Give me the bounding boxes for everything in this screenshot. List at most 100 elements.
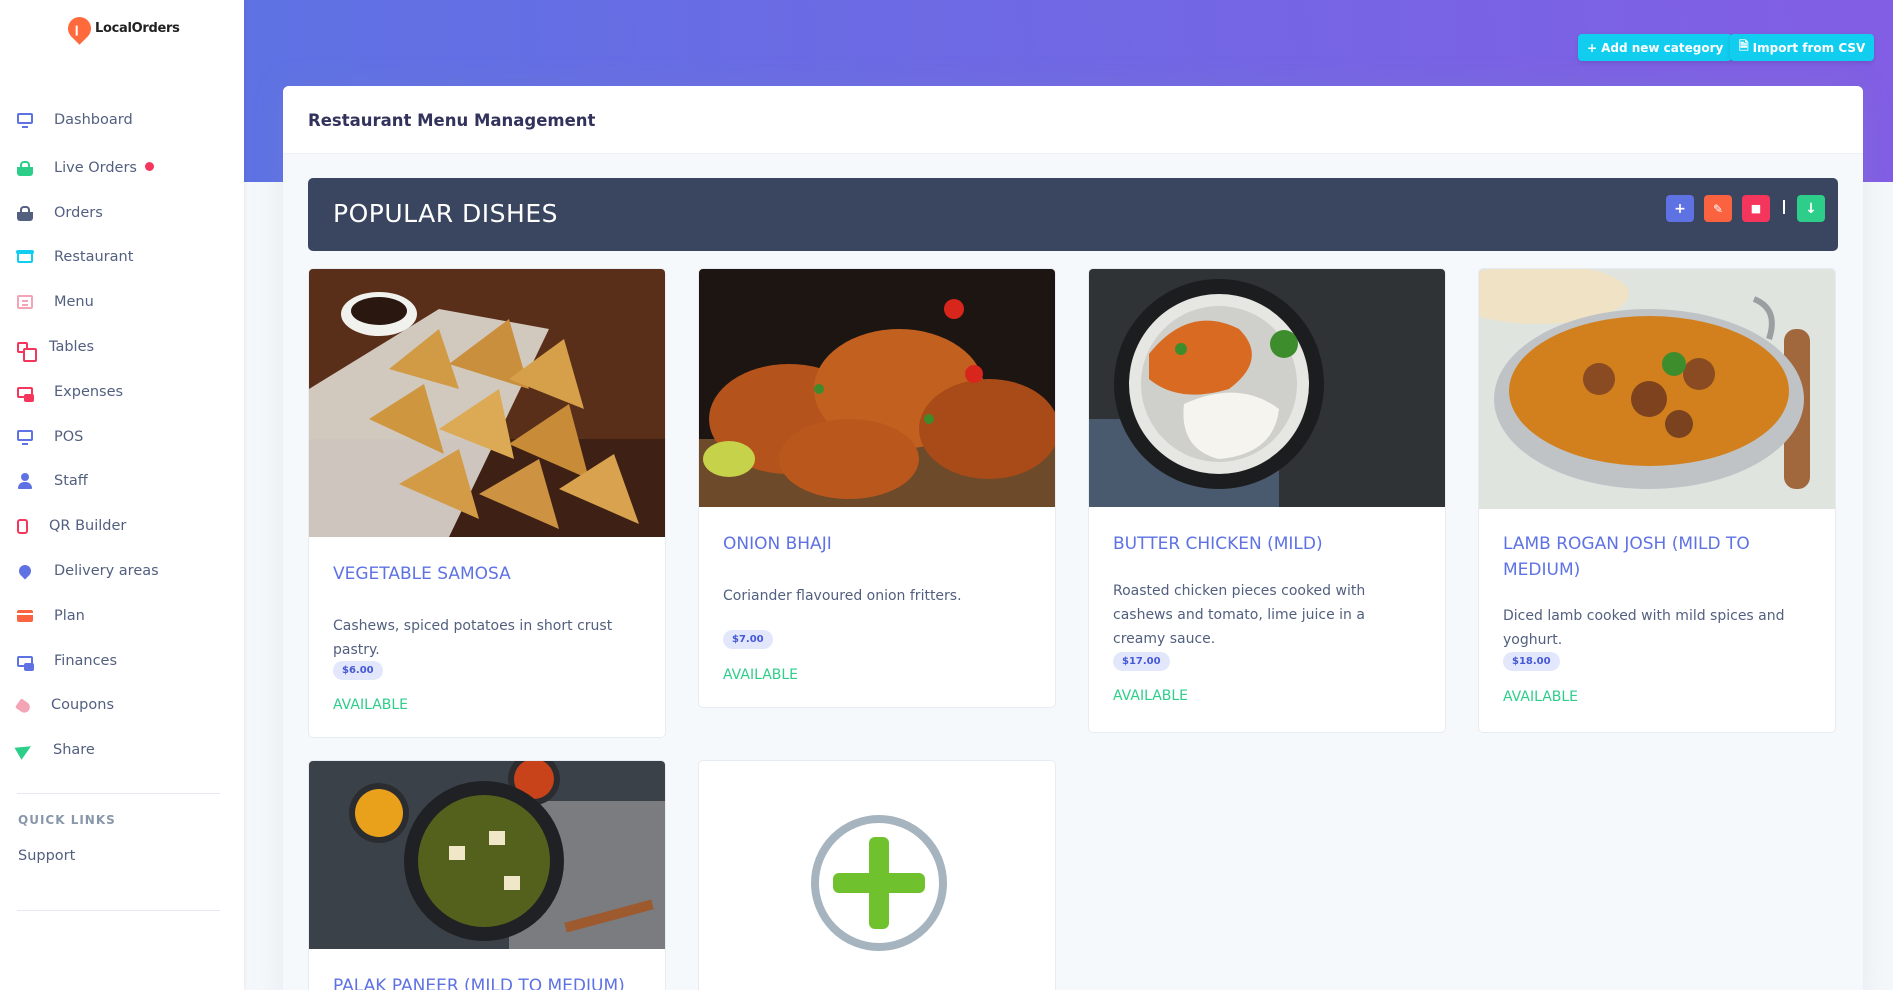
menu-item-card[interactable]: BUTTER CHICKEN (MILD) Roasted chicken pi… (1088, 268, 1446, 733)
menu-item-card[interactable]: VEGETABLE SAMOSA Cashews, spiced potatoe… (308, 268, 666, 738)
file-icon: 🗎 (1739, 39, 1749, 53)
item-image (1479, 269, 1835, 509)
sidebar-item-plan[interactable]: Plan (0, 596, 244, 636)
sidebar-item-label: Coupons (51, 697, 115, 713)
plus-icon: + (1674, 200, 1686, 217)
delete-category-button[interactable]: ■ (1742, 195, 1770, 222)
sidebar-item-label: Share (53, 742, 95, 758)
price-badge: $7.00 (723, 630, 773, 649)
panel-header: Restaurant Menu Management (283, 86, 1863, 154)
sidebar-item-tables[interactable]: Tables (0, 327, 244, 367)
monitor-icon (17, 113, 33, 128)
availability-status: AVAILABLE (1503, 689, 1579, 705)
item-name: BUTTER CHICKEN (MILD) (1113, 534, 1323, 554)
sidebar-item-label: Staff (54, 473, 88, 489)
availability-status: AVAILABLE (1113, 688, 1189, 704)
logo-text: LocalOrders (95, 21, 180, 36)
live-indicator-dot (144, 162, 154, 171)
category-title: POPULAR DISHES (333, 199, 559, 228)
item-image (309, 269, 665, 537)
sidebar-item-delivery-areas[interactable]: Delivery areas (0, 551, 244, 591)
add-category-label: Add new category (1601, 40, 1724, 55)
menu-item-card[interactable]: PALAK PANEER (MILD TO MEDIUM) (308, 760, 666, 990)
sidebar-item-label: Live Orders (54, 160, 137, 176)
sidebar-item-coupons[interactable]: Coupons (0, 685, 244, 725)
phone-icon (17, 518, 28, 534)
sidebar-item-dashboard[interactable]: Dashboard (0, 100, 244, 140)
sidebar-item-menu[interactable]: Menu (0, 282, 244, 322)
basket-icon (17, 205, 33, 221)
category-header: POPULAR DISHES + ✎ ■ ↓ (308, 178, 1838, 251)
support-link[interactable]: Support (18, 848, 75, 864)
availability-status: AVAILABLE (723, 667, 799, 683)
price-badge: $6.00 (333, 661, 383, 680)
map-pin-icon (16, 562, 34, 580)
import-csv-label: Import from CSV (1752, 40, 1866, 55)
item-description: Coriander flavoured onion fritters. (723, 588, 962, 604)
sidebar-item-live-orders[interactable]: Live Orders (0, 148, 244, 188)
user-icon (17, 473, 33, 489)
item-name: LAMB ROGAN JOSH (MILD TO MEDIUM) (1503, 534, 1750, 580)
send-icon (14, 740, 35, 760)
sidebar-item-label: Expenses (54, 384, 124, 400)
sidebar-item-qr-builder[interactable]: QR Builder (0, 506, 244, 546)
item-description: Roasted chicken pieces cooked with cashe… (1113, 583, 1366, 647)
sidebar-item-staff[interactable]: Staff (0, 461, 244, 501)
price-badge: $18.00 (1503, 652, 1560, 671)
sidebar-item-label: Tables (49, 339, 95, 355)
actions-divider (1783, 200, 1785, 214)
edit-category-button[interactable]: ✎ (1704, 195, 1732, 222)
tag-icon (15, 698, 32, 715)
logo-pin-icon (63, 12, 96, 45)
menu-item-card[interactable]: ONION BHAJI Coriander flavoured onion fr… (698, 268, 1056, 708)
sidebar-item-label: Delivery areas (54, 563, 159, 579)
sidebar-item-restaurant[interactable]: Restaurant (0, 237, 244, 277)
shop-icon (16, 250, 34, 263)
credit-card-icon (17, 610, 33, 622)
menu-icon (17, 295, 33, 309)
item-name: PALAK PANEER (MILD TO MEDIUM) (333, 976, 625, 990)
sidebar-item-finances[interactable]: Finances (0, 641, 244, 681)
sidebar-item-label: QR Builder (49, 518, 127, 534)
expenses-icon (17, 386, 34, 402)
add-circle-icon (811, 815, 947, 951)
logo[interactable]: LocalOrders (63, 12, 180, 45)
sidebar-item-label: Finances (54, 653, 118, 669)
basket-icon (17, 160, 33, 176)
sidebar-item-label: Restaurant (54, 249, 134, 265)
arrow-down-icon: ↓ (1805, 200, 1817, 217)
finance-icon (17, 655, 34, 671)
sidebar-item-label: Orders (54, 205, 103, 221)
sidebar-item-label: POS (54, 429, 84, 445)
tables-icon (17, 341, 37, 362)
monitor-icon (17, 430, 33, 445)
sidebar-item-orders[interactable]: Orders (0, 193, 244, 233)
availability-status: AVAILABLE (333, 697, 409, 713)
item-description: Cashews, spiced potatoes in short crust … (333, 618, 613, 658)
import-csv-button[interactable]: 🗎 Import from CSV (1730, 34, 1875, 61)
sidebar: LocalOrders Dashboard Live Orders Orders… (0, 0, 244, 990)
download-category-button[interactable]: ↓ (1797, 195, 1825, 222)
trash-icon: ■ (1750, 202, 1762, 215)
menu-management-panel: Restaurant Menu Management POPULAR DISHE… (283, 86, 1863, 990)
plus-icon: + (1587, 40, 1598, 55)
add-category-button[interactable]: + Add new category (1578, 34, 1733, 61)
item-description: Diced lamb cooked with mild spices and y… (1503, 608, 1785, 648)
sidebar-item-pos[interactable]: POS (0, 417, 244, 457)
menu-item-card[interactable]: LAMB ROGAN JOSH (MILD TO MEDIUM) Diced l… (1478, 268, 1836, 733)
quick-links-heading: QUICK LINKS (18, 813, 116, 827)
item-image (699, 269, 1055, 507)
price-badge: $17.00 (1113, 652, 1170, 671)
sidebar-item-label: Plan (54, 608, 85, 624)
add-item-card[interactable] (698, 760, 1056, 990)
sidebar-item-label: Dashboard (54, 112, 133, 128)
page-title: Restaurant Menu Management (308, 111, 596, 130)
sidebar-item-expenses[interactable]: Expenses (0, 372, 244, 412)
sidebar-item-label: Menu (54, 294, 94, 310)
item-image (309, 761, 665, 949)
item-image (1089, 269, 1445, 507)
item-name: ONION BHAJI (723, 534, 832, 554)
sidebar-item-share[interactable]: Share (0, 730, 244, 770)
edit-icon: ✎ (1712, 201, 1724, 216)
add-item-button[interactable]: + (1666, 195, 1694, 222)
